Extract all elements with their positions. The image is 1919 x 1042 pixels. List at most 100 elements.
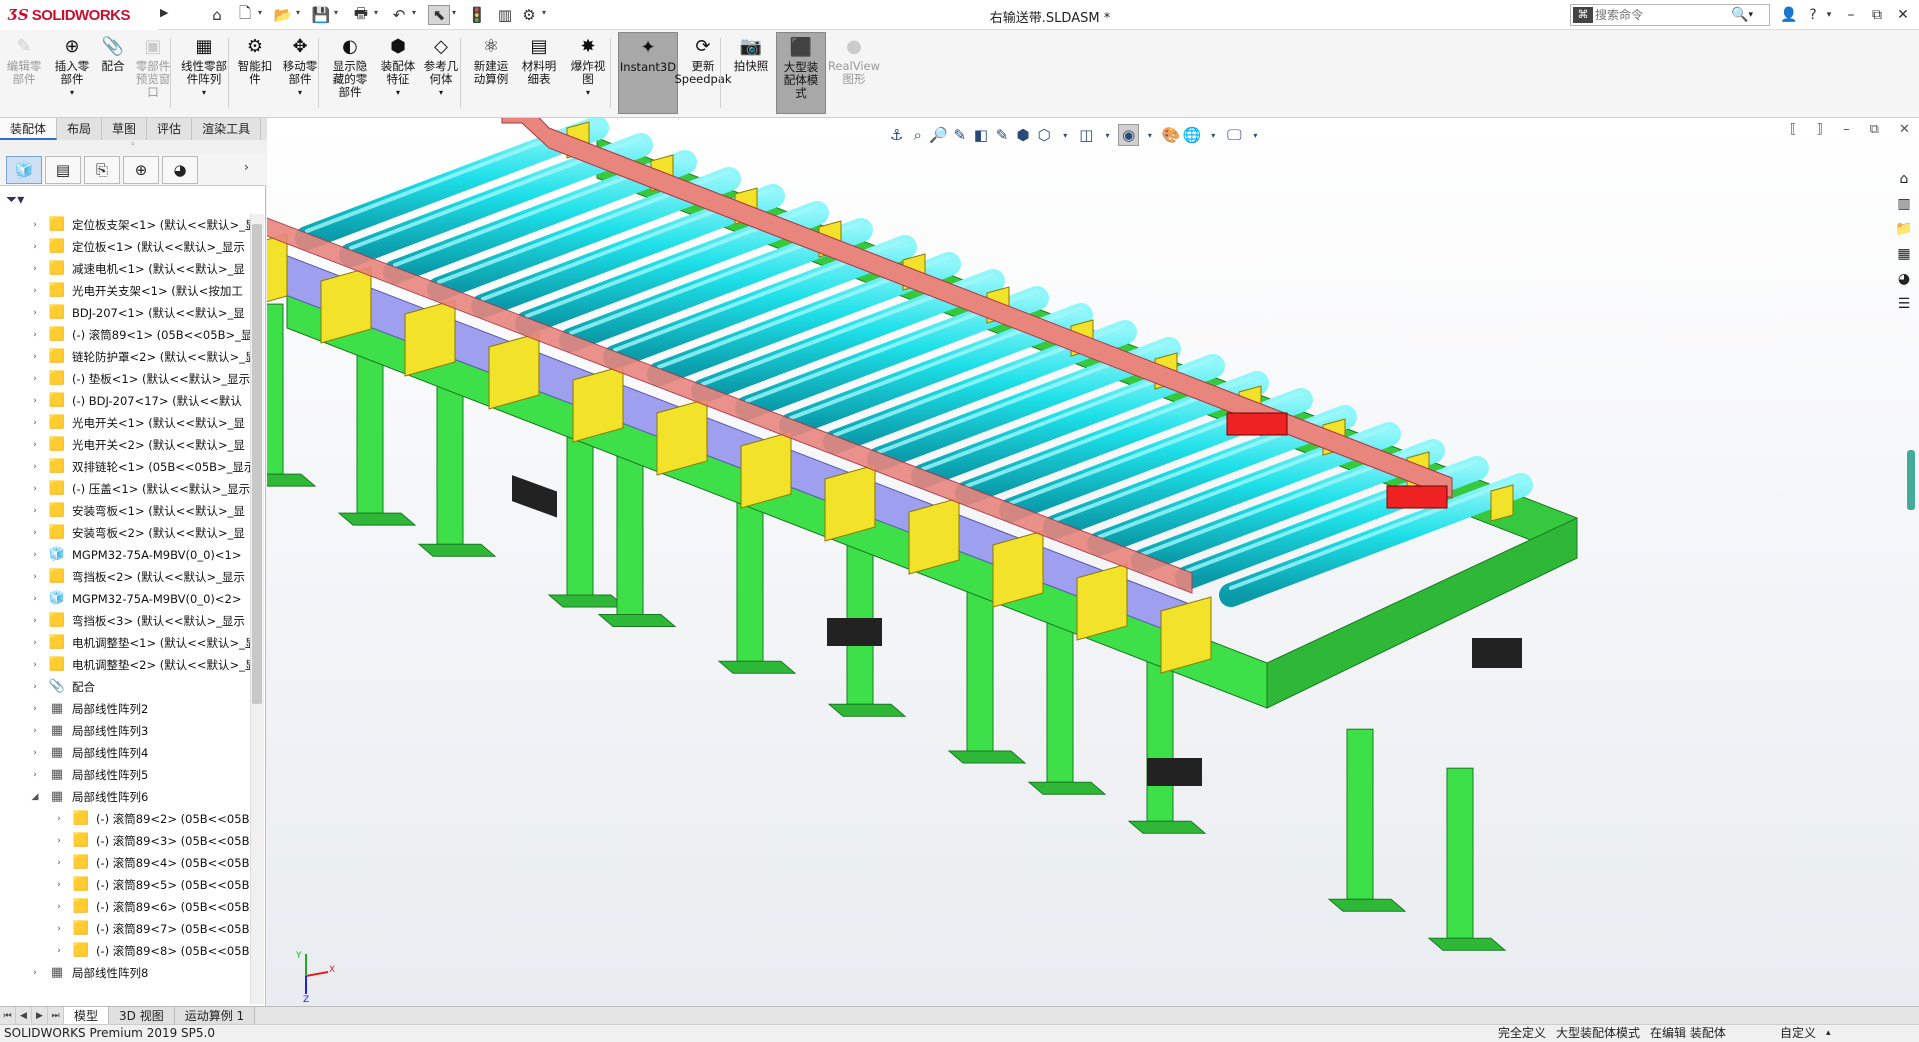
zoom-to-area-icon[interactable]: 🔎 (928, 124, 949, 146)
select-dropdown-icon[interactable]: ▾ (452, 8, 460, 22)
section-view-icon[interactable]: ◧ (970, 124, 991, 146)
expand-arrow-icon[interactable]: › (30, 456, 40, 478)
tree-item[interactable]: › 🟨 (-) 滚筒89<5> (05B<<05B (0, 874, 250, 896)
previous-view-icon[interactable]: ✎ (949, 124, 970, 146)
tree-item[interactable]: › 🟨 弯挡板<3> (默认<<默认>_显示 (0, 610, 250, 632)
expand-arrow-icon[interactable]: › (30, 742, 40, 764)
viewport-close-icon[interactable]: ✕ (1899, 122, 1910, 144)
help-dropdown-icon[interactable]: ▾ (1818, 4, 1840, 26)
zoom-to-fit-icon[interactable]: ⌕ (907, 124, 928, 146)
tree-item[interactable]: › 🧊 MGPM32-75A-M9BV(0_0)<1> (0, 544, 250, 566)
edit-component-button[interactable]: ✎ 编辑零 部件 (2, 32, 46, 114)
component-preview-button[interactable]: ▣ 零部件 预览窗口 (132, 32, 174, 114)
search-box[interactable]: ⌘ 🔍 ▾ (1570, 4, 1770, 26)
expand-arrow-icon[interactable]: › (30, 720, 40, 742)
viewport-next-icon[interactable]: ⟧ (1817, 122, 1823, 144)
insert-component-button[interactable]: ⊕ 插入零 部件 ▾ (50, 32, 94, 114)
tree-item[interactable]: › 🟨 链轮防护罩<2> (默认<<默认>_显 (0, 346, 250, 368)
expand-arrow-icon[interactable]: › (30, 962, 40, 984)
tree-item[interactable]: › 🟨 (-) 垫板<1> (默认<<默认>_显示 (0, 368, 250, 390)
appearance-dropdown-icon[interactable]: ▾ (1139, 124, 1160, 146)
assembly-features-dropdown-icon[interactable]: ▾ (396, 86, 400, 99)
tree-item[interactable]: › 🟨 BDJ-207<1> (默认<<默认>_显 (0, 302, 250, 324)
print-icon[interactable]: 🖶 (350, 4, 372, 25)
collapse-arrow-icon[interactable]: ◢ (30, 786, 40, 808)
restore-icon[interactable]: ⧉ (1866, 4, 1888, 26)
save-icon[interactable]: 💾 (310, 5, 332, 25)
expand-arrow-icon[interactable]: › (30, 412, 40, 434)
expand-arrow-icon[interactable]: › (54, 808, 64, 830)
design-library-icon[interactable]: ▥ (1893, 193, 1915, 215)
expand-arrow-icon[interactable]: › (30, 500, 40, 522)
viewport-restore-icon[interactable]: ⧉ (1870, 122, 1879, 144)
expand-arrow-icon[interactable]: › (30, 258, 40, 280)
tab-1[interactable]: 布局 (57, 118, 103, 140)
linear-pattern-dropdown-icon[interactable]: ▾ (202, 86, 206, 99)
expand-arrow-icon[interactable]: › (30, 588, 40, 610)
tab-model[interactable]: 模型 (64, 1007, 110, 1025)
tree-item[interactable]: › ▦ 局部线性阵列3 (0, 720, 250, 742)
print-dropdown-icon[interactable]: ▾ (374, 8, 382, 22)
realview-button[interactable]: ● RealView 图形 (828, 32, 880, 114)
search-dropdown-icon[interactable]: ▾ (1748, 10, 1753, 20)
settings-dropdown-icon[interactable]: ▾ (1203, 124, 1224, 146)
exploded-view-dropdown-icon[interactable]: ▾ (586, 86, 590, 99)
view-palette-icon[interactable]: ▦ (1893, 243, 1915, 265)
instant3d-button[interactable]: ✦ Instant3D (618, 32, 678, 114)
tab-4[interactable]: 渲染工具 (192, 118, 262, 140)
expand-arrow-icon[interactable]: › (30, 478, 40, 500)
bom-button[interactable]: ▤ 材料明 细表 (518, 32, 560, 114)
tab-motion-study[interactable]: 运动算例 1 (174, 1007, 256, 1025)
insert-component-dropdown-icon[interactable]: ▾ (70, 86, 74, 99)
select-icon[interactable]: ⬉ (428, 5, 450, 25)
property-manager-tab-icon[interactable]: ▤ (45, 155, 81, 184)
expand-arrow-icon[interactable]: › (54, 896, 64, 918)
tree-item[interactable]: › 🟨 安装弯板<2> (默认<<默认>_显 (0, 522, 250, 544)
tree-item[interactable]: › 🟨 安装弯板<1> (默认<<默认>_显 (0, 500, 250, 522)
snapshot-button[interactable]: 📷 拍快照 (730, 32, 772, 114)
large-assembly-mode-button[interactable]: ⬛ 大型装 配体模式 (776, 32, 826, 114)
minimize-icon[interactable]: – (1840, 4, 1862, 26)
last-tab-icon[interactable]: ⏭ (48, 1007, 64, 1025)
open-icon[interactable]: 📂 (272, 5, 294, 25)
new-motion-study-button[interactable]: ⚛ 新建运 动算例 (468, 32, 514, 114)
search-input[interactable] (1595, 8, 1725, 22)
solidworks-resources-icon[interactable]: ⌂ (1893, 168, 1915, 190)
monitor-icon[interactable]: 🖵 (1224, 124, 1245, 146)
linear-pattern-button[interactable]: ▦ 线性零部 件阵列 ▾ (176, 32, 232, 114)
tree-item[interactable]: › 🟨 光电开关支架<1> (默认<按加工 (0, 280, 250, 302)
next-tab-icon[interactable]: ▶ (32, 1007, 48, 1025)
user-icon[interactable]: 👤 (1778, 4, 1800, 26)
expand-arrow-icon[interactable]: › (30, 214, 40, 236)
tree-item[interactable]: › ▦ 局部线性阵列5 (0, 764, 250, 786)
expand-arrow-icon[interactable]: › (54, 918, 64, 940)
exploded-view-button[interactable]: ✸ 爆炸视图 ▾ (564, 32, 612, 114)
move-component-button[interactable]: ✥ 移动零 部件 ▾ (278, 32, 322, 114)
search-icon[interactable]: 🔍 (1731, 7, 1748, 23)
reference-geometry-dropdown-icon[interactable]: ▾ (439, 86, 443, 99)
expand-arrow-icon[interactable]: › (30, 764, 40, 786)
expand-arrow-icon[interactable]: › (30, 390, 40, 412)
expand-arrow-icon[interactable]: › (30, 434, 40, 456)
tree-scrollbar-thumb[interactable] (252, 224, 262, 704)
mate-button[interactable]: 📎 配合 (96, 32, 130, 114)
expand-arrow-icon[interactable]: › (30, 676, 40, 698)
viewport-minimize-icon[interactable]: – (1843, 122, 1850, 144)
tree-item[interactable]: › 🟨 (-) 滚筒89<2> (05B<<05B (0, 808, 250, 830)
expand-arrow-icon[interactable]: › (30, 302, 40, 324)
tree-item[interactable]: › 🟨 定位板支架<1> (默认<<默认>_显 (0, 214, 250, 236)
tree-item[interactable]: › 🟨 光电开关<2> (默认<<默认>_显 (0, 434, 250, 456)
display-manager-tab-icon[interactable]: ◕ (162, 155, 198, 184)
home-icon[interactable]: ⌂ (206, 5, 228, 25)
solidworks-logo[interactable]: ƷS SOLIDWORKS (0, 0, 158, 30)
options-dropdown-icon[interactable]: ▾ (542, 8, 550, 22)
viewport-scroll-handle[interactable] (1907, 450, 1915, 510)
tree-item[interactable]: › 📎 配合 (0, 676, 250, 698)
file-properties-icon[interactable]: ▥ (494, 5, 516, 25)
options-icon[interactable]: ⚙ (518, 5, 540, 25)
panel-resize-handle[interactable]: ◦ (0, 140, 266, 154)
expand-arrow-icon[interactable]: › (30, 236, 40, 258)
expand-arrow-icon[interactable]: › (30, 654, 40, 676)
units-status[interactable]: 自定义 (1780, 1025, 1816, 1042)
tab-0[interactable]: 装配体 (0, 118, 58, 140)
